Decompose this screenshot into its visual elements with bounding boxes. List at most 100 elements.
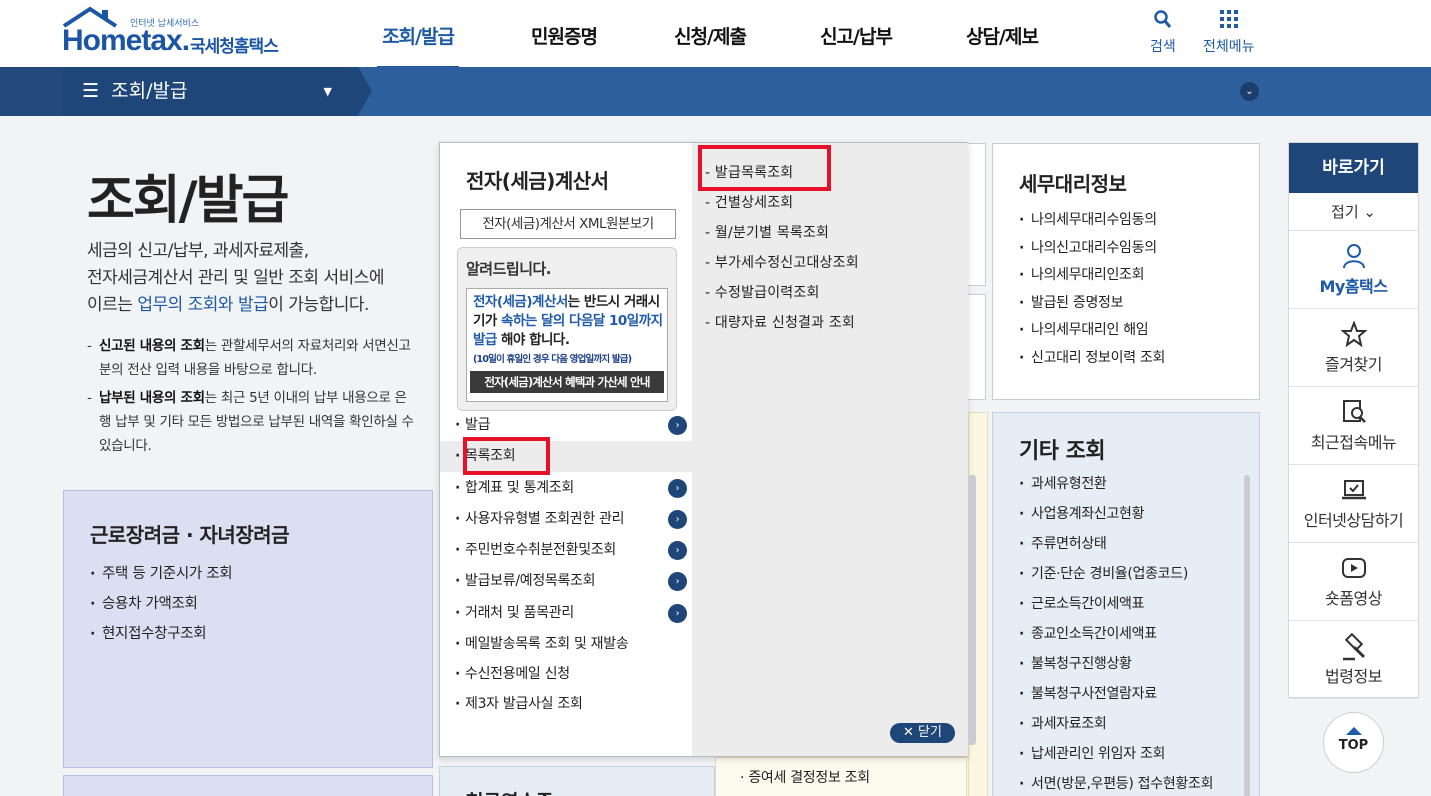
notice-box: 알려드립니다. 전자(세금)계산서는 반드시 거래시기가 속하는 달의 다음달 …: [457, 247, 677, 411]
quick-favorites[interactable]: 즐겨찾기: [1289, 309, 1418, 387]
logo-korean: 국세청홈택스: [190, 37, 279, 57]
xml-view-button[interactable]: 전자(세금)계산서 XML원본보기: [460, 209, 676, 239]
gavel-icon: [1289, 632, 1418, 661]
caret-down-icon: ▼: [323, 85, 332, 98]
all-menu-button[interactable]: 전체메뉴: [1203, 10, 1255, 56]
note-item: 신고된 내용의 조회는 관할세무서의 자료처리와 서면신고분의 전산 입력 내용…: [87, 334, 417, 382]
grid-menu-icon: [1203, 10, 1255, 32]
search-label: 검색: [1150, 39, 1176, 55]
search-button[interactable]: 검색: [1150, 10, 1176, 56]
card-cash-receipt: 현금영수증: [439, 766, 715, 796]
submenu-vat-amend[interactable]: 부가세수정신고대상조회: [705, 252, 859, 272]
card-link[interactable]: 나의세무대리인 해임: [1019, 317, 1165, 345]
all-menu-label: 전체메뉴: [1203, 39, 1255, 55]
gnb-inquiry-issue[interactable]: 조회/발급: [345, 0, 491, 67]
intro-notes: 신고된 내용의 조회는 관할세무서의 자료처리와 서면신고분의 전산 입력 내용…: [87, 334, 417, 462]
notice-text: 전자(세금)계산서는 반드시 거래시기가 속하는 달의 다음달 10일까지 발급…: [473, 294, 663, 348]
arrow-up-icon: [1345, 727, 1362, 735]
quick-my-hometax[interactable]: My홈택스: [1289, 231, 1418, 309]
scrollbar[interactable]: [968, 475, 976, 745]
chevron-down-icon: ⌄: [1363, 203, 1376, 221]
chevron-right-icon: ›: [668, 416, 687, 435]
card-link[interactable]: 나의세무대리인조회: [1019, 262, 1165, 290]
menu-partner-item[interactable]: 거래처 및 품목관리›: [440, 598, 692, 629]
logo-wordmark: Hometax.: [62, 24, 190, 57]
note-item: 납부된 내용의 조회는 최근 5년 이내의 납부 내용으로 은행 납부 및 기타…: [87, 386, 417, 458]
highlight-box: [463, 437, 550, 475]
card-link[interactable]: 종교인소득간이세액표: [1019, 619, 1213, 649]
quick-links: 바로가기 접기 ⌄ My홈택스 즐겨찾기 최근접속메뉴 인터넷상담하기 숏폼영상…: [1288, 142, 1419, 699]
card-link[interactable]: 나의신고대리수임동의: [1019, 235, 1165, 263]
gnb-report-pay[interactable]: 신고/납부: [783, 0, 929, 67]
card-link[interactable]: 납세관리인 위임자 조회: [1019, 739, 1213, 769]
card-link[interactable]: 서면(방문,우편등) 접수현황조회: [1019, 769, 1213, 796]
card-link[interactable]: 기준·단순 경비율(업종코드): [1019, 559, 1213, 589]
global-nav: 조회/발급 민원증명 신청/제출 신고/납부 상담/제보: [345, 0, 1075, 67]
card-title: 세무대리정보: [1019, 172, 1127, 196]
user-icon: [1289, 243, 1418, 271]
card-link[interactable]: 과세유형전환: [1019, 469, 1213, 499]
gnb-apply-submit[interactable]: 신청/제출: [637, 0, 783, 67]
card-link[interactable]: 과세자료조회: [1019, 709, 1213, 739]
card-link[interactable]: 불복청구진행상황: [1019, 649, 1213, 679]
hometax-logo[interactable]: 인터넷 납세서비스 Hometax. 국세청홈택스: [62, 6, 292, 58]
card-link[interactable]: 주택 등 기준시가 조회: [90, 559, 233, 589]
notice-subtext: (10일이 휴일인 경우 다음 영업일까지 발급): [473, 354, 632, 365]
menu-summary-stats[interactable]: 합계표 및 통계조회›: [440, 473, 692, 504]
card-link[interactable]: · 증여세 결정정보 조회: [740, 767, 870, 787]
intro-description: 세금의 신고/납부, 과세자료제출, 전자세금계산서 관리 및 일반 조회 서비…: [87, 241, 385, 315]
chevron-right-icon: ›: [668, 604, 687, 623]
page-title: 조회/발급: [87, 171, 289, 231]
card-below: [63, 775, 433, 796]
card-other-inquiry: 기타 조회 과세유형전환 사업용계좌신고현황 주류면허상태 기준·단순 경비율(…: [992, 412, 1260, 796]
star-icon: [1289, 320, 1418, 349]
current-menu-dropdown[interactable]: ☰ 조회/발급 ▼: [62, 67, 358, 116]
menu-user-permission[interactable]: 사용자유형별 조회권한 관리›: [440, 504, 692, 535]
highlight-box: [698, 145, 831, 191]
gnb-consult-report[interactable]: 상담/제보: [929, 0, 1075, 67]
submenu-bulk-result[interactable]: 대량자료 신청결과 조회: [705, 312, 855, 332]
card-link[interactable]: 신고대리 정보이력 조회: [1019, 345, 1165, 373]
quick-online-consult[interactable]: 인터넷상담하기: [1289, 465, 1418, 543]
chevron-right-icon: ›: [668, 541, 687, 560]
quick-short-video[interactable]: 숏폼영상: [1289, 543, 1418, 621]
card-earned-income-incentive: 근로장려금 · 자녀장려금 주택 등 기준시가 조회 승용차 가액조회 현지접수…: [63, 490, 433, 768]
play-icon: [1289, 555, 1418, 583]
submenu-monthly[interactable]: 월/분기별 목록조회: [705, 222, 829, 242]
card-link[interactable]: 주류면허상태: [1019, 529, 1213, 559]
card-title: 근로장려금 · 자녀장려금: [90, 523, 290, 547]
card-link[interactable]: 사업용계좌신고현황: [1019, 499, 1213, 529]
quick-recent-menu[interactable]: 최근접속메뉴: [1289, 387, 1418, 465]
chevron-down-icon[interactable]: ⌄: [1240, 82, 1259, 101]
mega-menu-title: 전자(세금)계산서: [466, 169, 609, 193]
card-link[interactable]: 불복청구사전열람자료: [1019, 679, 1213, 709]
menu-issue-hold[interactable]: 발급보류/예정목록조회›: [440, 566, 692, 597]
submenu-detail[interactable]: 건별상세조회: [705, 192, 793, 212]
card-link[interactable]: 승용차 가액조회: [90, 589, 232, 619]
card-link[interactable]: 근로소득간이세액표: [1019, 589, 1213, 619]
hamburger-icon: ☰: [82, 80, 106, 102]
card-link[interactable]: 발급된 증명정보: [1019, 290, 1165, 318]
chevron-right-icon: ›: [668, 510, 687, 529]
chevron-right-icon: ›: [668, 479, 687, 498]
close-button[interactable]: ✕ 닫기: [890, 723, 955, 743]
card-link[interactable]: 현지접수창구조회: [90, 619, 232, 649]
quick-law-info[interactable]: 법령정보: [1289, 621, 1418, 699]
current-menu-label: 조회/발급: [111, 80, 188, 102]
menu-mail-resend[interactable]: 메일발송목록 조회 및 재발송: [440, 629, 692, 660]
card-link[interactable]: 나의세무대리수임동의: [1019, 207, 1165, 235]
benefit-penalty-guide-button[interactable]: 전자(세금)계산서 혜택과 가산세 안내: [470, 371, 664, 393]
submenu-amend-history[interactable]: 수정발급이력조회: [705, 282, 820, 302]
menu-third-party[interactable]: 제3자 발급사실 조회: [440, 689, 692, 720]
notice-title: 알려드립니다.: [466, 260, 552, 278]
menu-receive-mail[interactable]: 수신전용메일 신청: [440, 659, 692, 690]
back-to-top-button[interactable]: TOP: [1323, 712, 1384, 773]
doc-search-icon: [1289, 399, 1418, 427]
laptop-icon: [1289, 477, 1418, 505]
chevron-right-icon: ›: [668, 572, 687, 591]
location-bar: ☰ 조회/발급 ▼ ⌄: [0, 67, 1431, 116]
menu-rrn-conversion[interactable]: 주민번호수취분전환및조회›: [440, 535, 692, 566]
gnb-civil-certificate[interactable]: 민원증명: [491, 0, 637, 67]
fold-button[interactable]: 접기 ⌄: [1289, 193, 1418, 231]
scrollbar[interactable]: [1244, 475, 1250, 796]
